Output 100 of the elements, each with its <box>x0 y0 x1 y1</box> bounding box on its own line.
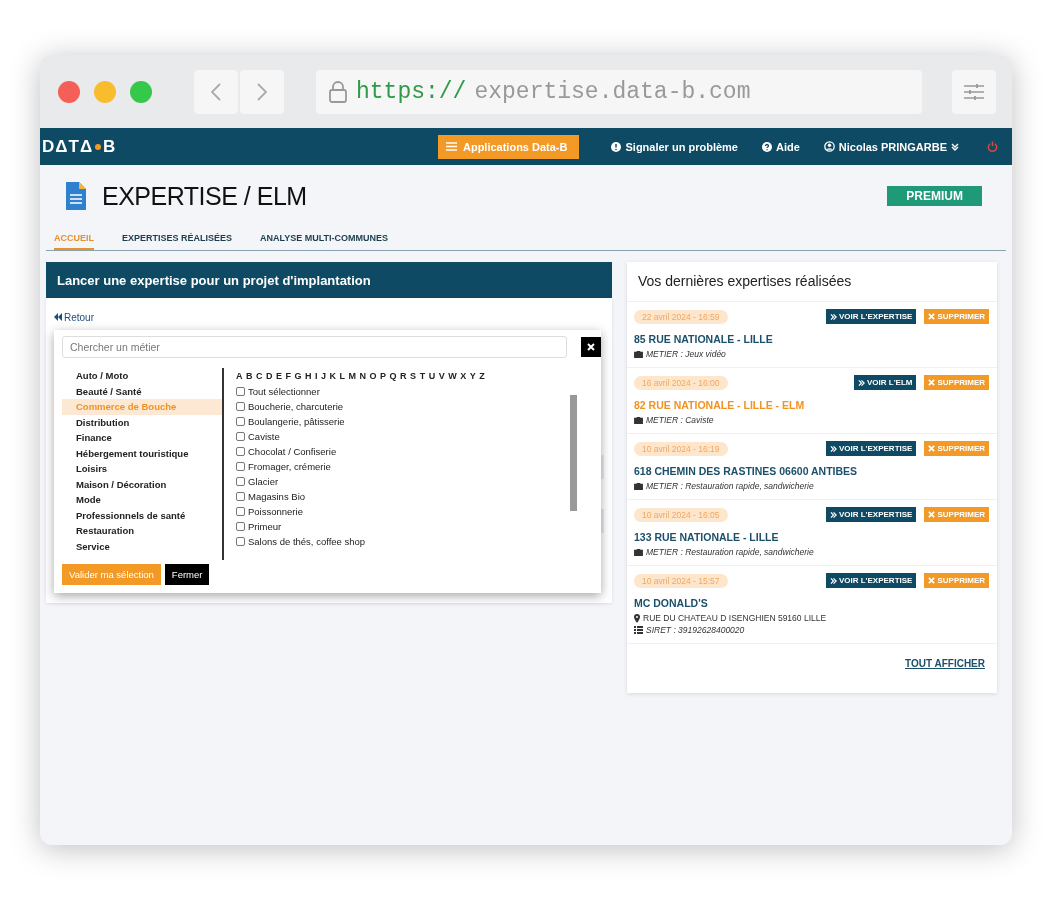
view-button[interactable]: VOIR L'EXPERTISE <box>825 507 917 522</box>
checkbox[interactable] <box>236 387 245 397</box>
checkbox-label: Chocolat / Confiserie <box>248 446 337 458</box>
letter-link[interactable]: J <box>321 371 327 381</box>
category-item[interactable]: Maison / Décoration <box>62 476 222 492</box>
category-item[interactable]: Mode <box>62 492 222 508</box>
letter-link[interactable]: Q <box>389 371 397 381</box>
letter-link[interactable]: Z <box>479 371 485 381</box>
category-item[interactable]: Hébergement touristique <box>62 445 222 461</box>
letter-link[interactable]: I <box>315 371 318 381</box>
expertise-title[interactable]: 85 RUE NATIONALE - LILLE <box>634 333 989 345</box>
date-badge: 22 avril 2024 - 16:59 <box>634 309 728 324</box>
letter-link[interactable]: A <box>236 371 243 381</box>
category-item[interactable]: Loisirs <box>62 461 222 477</box>
show-all-link[interactable]: TOUT AFFICHER <box>905 658 985 669</box>
checkbox[interactable] <box>236 417 245 427</box>
power-icon <box>987 141 998 152</box>
expertise-title[interactable]: 133 RUE NATIONALE - LILLE <box>634 531 989 543</box>
report-link[interactable]: Signaler un problème <box>611 140 738 153</box>
logout-button[interactable] <box>987 141 998 152</box>
letter-link[interactable]: O <box>369 371 377 381</box>
letter-link[interactable]: X <box>460 371 467 381</box>
close-icon <box>928 313 936 320</box>
letter-link[interactable]: L <box>339 371 346 381</box>
document-icon <box>66 182 86 210</box>
checkbox[interactable] <box>236 402 245 412</box>
expertise-title[interactable]: 618 CHEMIN DES RASTINES 06600 ANTIBES <box>634 465 989 477</box>
category-item[interactable]: Restauration <box>62 523 222 539</box>
checkbox[interactable] <box>236 447 245 457</box>
letter-link[interactable]: T <box>419 371 426 381</box>
checkbox[interactable] <box>236 507 245 517</box>
view-button[interactable]: VOIR L'EXPERTISE <box>825 441 917 456</box>
letter-link[interactable]: G <box>294 371 302 381</box>
checkbox[interactable] <box>236 522 245 532</box>
category-item[interactable]: Professionnels de santé <box>62 507 222 523</box>
checkbox[interactable] <box>236 492 245 502</box>
category-item[interactable]: Finance <box>62 430 222 446</box>
siret-text: SIRET : 39192628400020 <box>646 625 745 635</box>
view-button[interactable]: VOIR L'ELM <box>853 375 917 390</box>
category-item[interactable]: Beauté / Santé <box>62 383 222 399</box>
checkbox-label: Boucherie, charcuterie <box>248 401 344 413</box>
search-field[interactable]: Chercher un métier <box>62 336 567 358</box>
logo[interactable]: DΔTΔ B <box>42 136 117 157</box>
letter-link[interactable]: D <box>266 371 273 381</box>
category-item[interactable]: Distribution <box>62 414 222 430</box>
letter-link[interactable]: E <box>276 371 282 381</box>
letter-link[interactable]: B <box>246 371 253 381</box>
category-item[interactable]: Auto / Moto <box>62 368 222 384</box>
tab[interactable]: ANALYSE MULTI-COMMUNES <box>260 229 389 250</box>
letter-link[interactable]: P <box>380 371 387 381</box>
letter-link[interactable]: K <box>329 371 337 381</box>
page-title: EXPERTISE / ELM <box>102 181 307 211</box>
close-dialog-button[interactable]: Fermer <box>164 564 210 585</box>
close-icon <box>928 379 936 386</box>
close-button[interactable] <box>581 337 601 357</box>
tab[interactable]: EXPERTISES RÉALISÉES <box>122 229 233 250</box>
view-button[interactable]: VOIR L'EXPERTISE <box>825 309 917 324</box>
chevron-right-icon <box>257 82 267 101</box>
checkbox[interactable] <box>236 477 245 487</box>
checkbox[interactable] <box>236 432 245 442</box>
letter-link[interactable]: Y <box>469 371 476 381</box>
checkbox[interactable] <box>236 537 245 547</box>
checkbox-label: Magasins Bio <box>248 491 306 503</box>
scrollbar[interactable] <box>570 395 577 511</box>
expertise-title[interactable]: MC DONALD'S <box>634 597 989 609</box>
double-chevron-right-icon <box>857 378 865 387</box>
letter-link[interactable]: S <box>410 371 417 381</box>
sliders-icon <box>964 83 984 100</box>
briefcase-icon <box>634 548 643 556</box>
letter-link[interactable]: N <box>359 371 367 381</box>
checkbox-label: Boulangerie, pâtisserie <box>248 416 345 428</box>
letter-link[interactable]: H <box>305 371 312 381</box>
letter-link[interactable]: W <box>448 371 457 381</box>
letter-link[interactable]: R <box>400 371 407 381</box>
checkbox[interactable] <box>236 462 245 472</box>
close-icon <box>928 577 936 584</box>
letter-link[interactable]: V <box>438 371 445 381</box>
help-link[interactable]: Aide <box>761 140 800 153</box>
category-item[interactable]: Service <box>62 538 222 554</box>
close-window-button[interactable] <box>58 80 80 103</box>
letter-link[interactable]: M <box>348 371 357 381</box>
user-menu[interactable]: Nicolas PRINGARBE <box>823 140 959 153</box>
letter-link[interactable]: C <box>256 371 263 381</box>
back-link[interactable]: Retour <box>54 311 94 323</box>
map-marker-icon <box>634 613 640 623</box>
double-chevron-left-icon <box>54 313 62 321</box>
view-button[interactable]: VOIR L'EXPERTISE <box>825 573 917 588</box>
checkbox-label: Glacier <box>248 476 279 488</box>
checkbox-label: Primeur <box>248 521 282 533</box>
briefcase-icon <box>634 482 643 490</box>
letter-link[interactable]: U <box>428 371 436 381</box>
checkbox-label: Tout sélectionner <box>248 386 320 398</box>
date-badge: 10 avril 2024 - 16:19 <box>634 441 728 456</box>
close-icon <box>928 445 936 452</box>
letter-link[interactable]: F <box>285 371 291 381</box>
panel-header: Lancer une expertise pour un projet d'implantation <box>46 262 612 298</box>
job-label: METIER : Jeux vidéo <box>646 349 726 359</box>
checkbox-label: Salons de thés, coffee shop <box>248 536 366 548</box>
user-circle-icon <box>823 141 835 152</box>
double-chevron-down-icon <box>951 142 959 151</box>
